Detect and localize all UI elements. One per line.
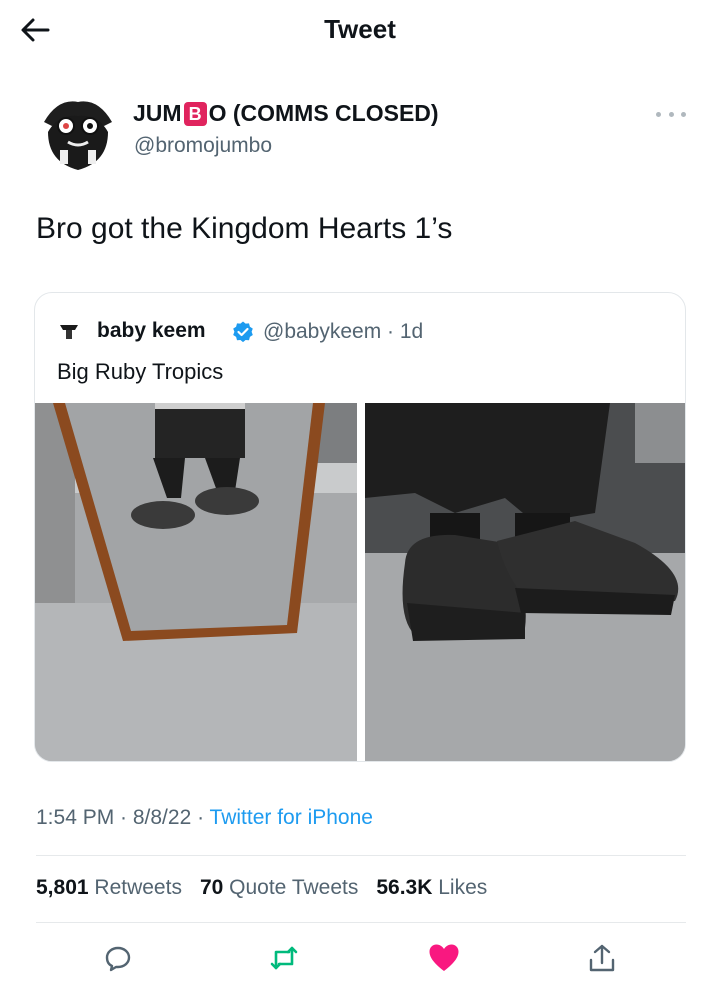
more-options-button[interactable] <box>656 106 686 122</box>
more-dot <box>668 111 674 117</box>
quoted-tweet-card[interactable]: baby keem @babykeem · 1d Big Ruby Tropic… <box>34 292 686 762</box>
tweet-text: Bro got the Kingdom Hearts 1’s <box>36 212 453 245</box>
retweets-count: 5,801 <box>36 876 89 899</box>
reply-icon <box>105 946 131 972</box>
tweet-timestamp: 1:54 PM · 8/8/22 · Twitter for iPhone <box>36 806 373 830</box>
quote-avatar <box>60 325 78 339</box>
likes-stat[interactable]: 56.3K Likes <box>376 876 487 900</box>
page-title: Tweet <box>324 14 396 44</box>
tweet-stats: 5,801 Retweets 70 Quote Tweets 56.3K Lik… <box>36 876 487 900</box>
quote-tweets-stat[interactable]: 70 Quote Tweets <box>200 876 358 900</box>
like-button[interactable] <box>424 938 464 978</box>
likes-label: Likes <box>438 876 488 899</box>
tweet-source-link[interactable]: Twitter for iPhone <box>210 806 373 829</box>
top-bar: Tweet <box>0 0 720 60</box>
media-photo-right <box>365 403 685 761</box>
quote-tweets-label: Quote Tweets <box>229 876 359 899</box>
quote-tweets-count: 70 <box>199 876 224 899</box>
media-photo-left <box>35 403 357 761</box>
retweets-label: Retweets <box>94 876 182 899</box>
name-letter-block: B <box>183 101 207 126</box>
retweet-button[interactable] <box>264 938 304 978</box>
likes-count: 56.3K <box>376 876 433 899</box>
author-name-part2: O (COMMS CLOSED) <box>208 100 439 126</box>
time-date: 1:54 PM · 8/8/22 · <box>36 806 210 829</box>
author-avatar[interactable] <box>38 92 118 172</box>
heart-icon <box>429 944 459 971</box>
quote-text: Big Ruby Tropics <box>57 359 224 384</box>
verified-badge-icon <box>233 321 253 343</box>
tweet-action-bar <box>0 938 720 982</box>
author-name[interactable]: JUM B O (COMMS CLOSED) <box>133 100 439 127</box>
author-handle[interactable]: @bromojumbo <box>134 134 272 158</box>
more-dot <box>681 111 686 117</box>
divider <box>36 922 686 923</box>
share-icon <box>589 944 615 972</box>
quote-handle-time: @babykeem · 1d <box>263 320 424 343</box>
quote-author-name: baby keem <box>97 319 206 342</box>
author-name-part1: JUM <box>133 100 182 126</box>
retweet-icon <box>270 946 298 970</box>
reply-button[interactable] <box>98 938 138 978</box>
share-button[interactable] <box>582 938 622 978</box>
quote-media[interactable] <box>35 403 686 762</box>
divider <box>36 855 686 856</box>
retweets-stat[interactable]: 5,801 Retweets <box>36 876 182 900</box>
more-dots-icon <box>656 111 661 117</box>
